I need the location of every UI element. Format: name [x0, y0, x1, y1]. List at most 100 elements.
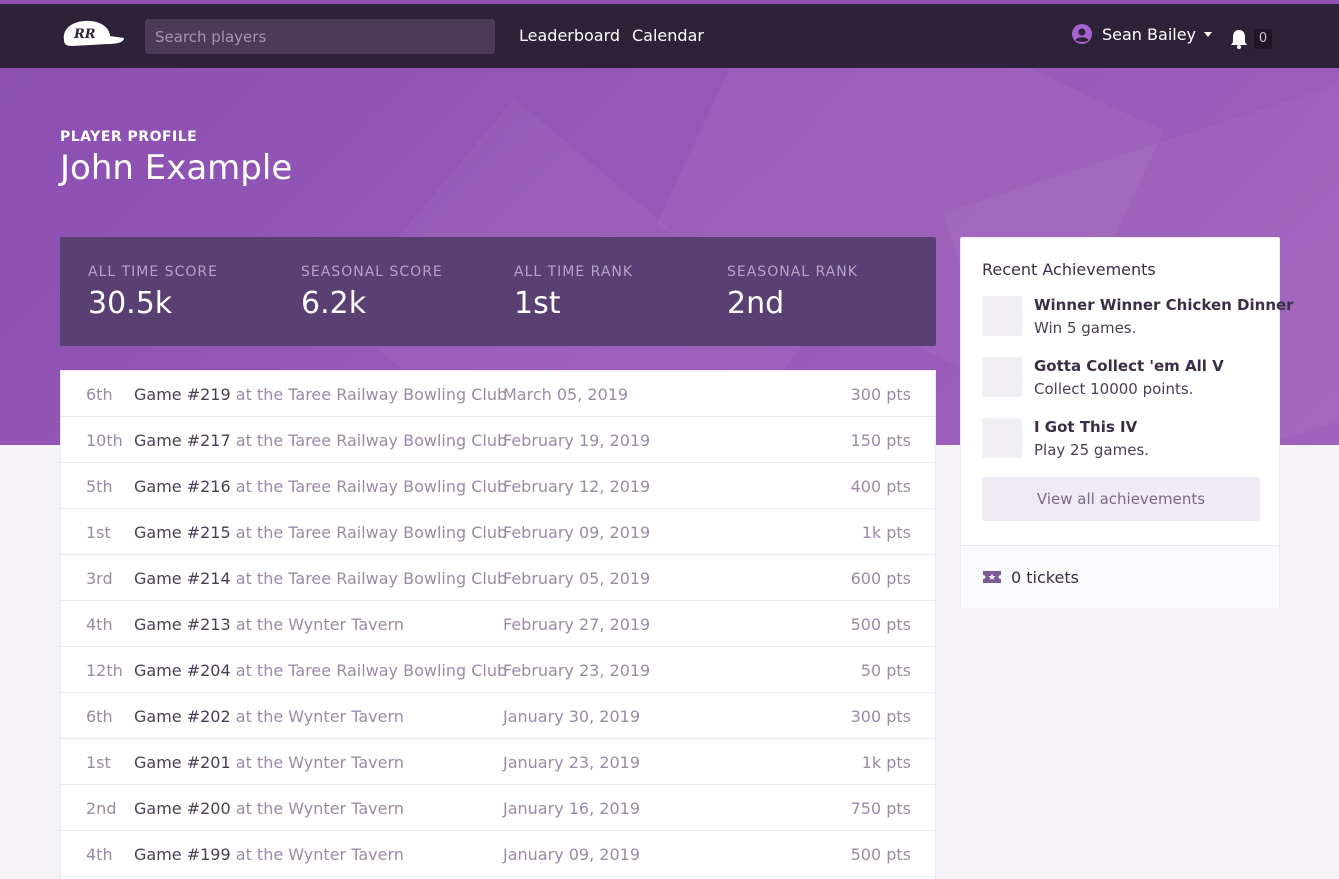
game-title: Game #215 at the Taree Railway Bowling C…: [134, 523, 507, 542]
profile-eyebrow: PLAYER PROFILE: [60, 129, 198, 145]
game-rank: 5th: [86, 477, 113, 496]
view-all-achievements-button[interactable]: View all achievements: [982, 477, 1260, 521]
notification-count-badge[interactable]: 0: [1254, 29, 1272, 49]
game-date: January 09, 2019: [503, 845, 640, 864]
achievement-name: I Got This IV: [1034, 418, 1138, 436]
search-input[interactable]: [145, 19, 495, 54]
achievements-title: Recent Achievements: [982, 260, 1156, 279]
game-points: 1k pts: [861, 753, 911, 772]
game-points: 50 pts: [860, 661, 911, 680]
game-date: February 05, 2019: [503, 569, 651, 588]
chevron-down-icon: [1204, 31, 1213, 37]
game-date: March 05, 2019: [503, 385, 629, 404]
game-number: Game #215: [134, 523, 231, 542]
stat-seasonal-score: SEASONAL SCORE 6.2k: [301, 264, 443, 321]
achievements-card: Recent Achievements Winner Winner Chicke…: [960, 237, 1294, 608]
game-number: Game #213: [134, 615, 231, 634]
game-row[interactable]: 4th Game #199 at the Wynter Tavern Janua…: [61, 831, 935, 877]
game-date: February 19, 2019: [503, 431, 651, 450]
achievement-description: Play 25 games.: [1034, 441, 1150, 459]
game-points: 400 pts: [850, 477, 911, 496]
game-title: Game #216 at the Taree Railway Bowling C…: [134, 477, 507, 496]
game-venue: at the Wynter Tavern: [230, 799, 404, 818]
tickets-footer: 0 tickets: [961, 545, 1279, 608]
achievement-name: Winner Winner Chicken Dinner: [1034, 296, 1294, 314]
game-number: Game #219: [134, 385, 231, 404]
stat-label: SEASONAL RANK: [727, 264, 858, 280]
game-venue: at the Wynter Tavern: [230, 753, 404, 772]
stat-label: ALL TIME RANK: [514, 264, 634, 280]
game-row[interactable]: 6th Game #202 at the Wynter Tavern Janua…: [61, 693, 935, 739]
stat-value: 6.2k: [301, 286, 367, 321]
stat-label: ALL TIME SCORE: [88, 264, 218, 280]
games-list: 6th Game #219 at the Taree Railway Bowli…: [60, 370, 936, 879]
game-title: Game #219 at the Taree Railway Bowling C…: [134, 385, 507, 404]
tickets-count: 0 tickets: [1011, 568, 1079, 587]
game-points: 300 pts: [850, 385, 911, 404]
achievement-badge-icon: [982, 357, 1022, 397]
game-date: February 09, 2019: [503, 523, 651, 542]
achievement-item[interactable]: Gotta Collect 'em All V Collect 10000 po…: [982, 357, 1262, 401]
achievement-description: Collect 10000 points.: [1034, 380, 1194, 398]
game-date: February 12, 2019: [503, 477, 651, 496]
game-venue: at the Taree Railway Bowling Club: [230, 569, 508, 588]
game-rank: 4th: [86, 845, 113, 864]
achievement-name: Gotta Collect 'em All V: [1034, 357, 1224, 375]
stats-panel: ALL TIME SCORE 30.5k SEASONAL SCORE 6.2k…: [60, 237, 936, 346]
game-number: Game #204: [134, 661, 231, 680]
game-number: Game #202: [134, 707, 231, 726]
game-title: Game #202 at the Wynter Tavern: [134, 707, 404, 726]
rr-cap-logo[interactable]: RR: [60, 18, 126, 52]
game-title: Game #199 at the Wynter Tavern: [134, 845, 404, 864]
game-rank: 3rd: [86, 569, 113, 588]
game-row[interactable]: 3rd Game #214 at the Taree Railway Bowli…: [61, 555, 935, 601]
game-row[interactable]: 5th Game #216 at the Taree Railway Bowli…: [61, 463, 935, 509]
user-circle-icon: [1072, 24, 1092, 44]
game-points: 500 pts: [850, 845, 911, 864]
achievement-item[interactable]: Winner Winner Chicken Dinner Win 5 games…: [982, 296, 1294, 340]
game-points: 500 pts: [850, 615, 911, 634]
game-number: Game #217: [134, 431, 231, 450]
nav-link-calendar[interactable]: Calendar: [632, 26, 704, 45]
game-date: January 30, 2019: [503, 707, 640, 726]
stat-label: SEASONAL SCORE: [301, 264, 443, 280]
user-menu[interactable]: Sean Bailey: [1072, 24, 1213, 44]
game-venue: at the Wynter Tavern: [230, 707, 404, 726]
stat-all-time-score: ALL TIME SCORE 30.5k: [88, 264, 218, 321]
game-title: Game #217 at the Taree Railway Bowling C…: [134, 431, 507, 450]
game-points: 750 pts: [850, 799, 911, 818]
page-title: John Example: [60, 148, 293, 188]
game-venue: at the Taree Railway Bowling Club: [230, 431, 508, 450]
game-row[interactable]: 4th Game #213 at the Wynter Tavern Febru…: [61, 601, 935, 647]
game-title: Game #214 at the Taree Railway Bowling C…: [134, 569, 507, 588]
game-row[interactable]: 6th Game #219 at the Taree Railway Bowli…: [61, 371, 935, 417]
logo-text: RR: [73, 27, 96, 42]
game-row[interactable]: 2nd Game #200 at the Wynter Tavern Janua…: [61, 785, 935, 831]
stat-value: 30.5k: [88, 286, 173, 321]
game-date: January 16, 2019: [503, 799, 640, 818]
achievement-badge-icon: [982, 418, 1022, 458]
nav-link-leaderboard[interactable]: Leaderboard: [519, 26, 620, 45]
top-navbar: RR Leaderboard Calendar Sean Bailey 0: [0, 0, 1339, 68]
bell-icon[interactable]: [1230, 29, 1248, 49]
user-name: Sean Bailey: [1102, 24, 1197, 44]
game-rank: 1st: [86, 753, 111, 772]
game-rank: 10th: [86, 431, 123, 450]
game-venue: at the Wynter Tavern: [230, 615, 404, 634]
game-rank: 6th: [86, 707, 113, 726]
game-points: 1k pts: [861, 523, 911, 542]
achievement-item[interactable]: I Got This IV Play 25 games.: [982, 418, 1262, 462]
game-row[interactable]: 1st Game #215 at the Taree Railway Bowli…: [61, 509, 935, 555]
game-rank: 1st: [86, 523, 111, 542]
game-number: Game #199: [134, 845, 231, 864]
game-points: 300 pts: [850, 707, 911, 726]
game-rank: 4th: [86, 615, 113, 634]
game-row[interactable]: 12th Game #204 at the Taree Railway Bowl…: [61, 647, 935, 693]
game-title: Game #204 at the Taree Railway Bowling C…: [134, 661, 507, 680]
game-number: Game #200: [134, 799, 231, 818]
game-row[interactable]: 10th Game #217 at the Taree Railway Bowl…: [61, 417, 935, 463]
game-row[interactable]: 1st Game #201 at the Wynter Tavern Janua…: [61, 739, 935, 785]
game-venue: at the Taree Railway Bowling Club: [230, 523, 508, 542]
achievement-description: Win 5 games.: [1034, 319, 1137, 337]
game-rank: 2nd: [86, 799, 117, 818]
